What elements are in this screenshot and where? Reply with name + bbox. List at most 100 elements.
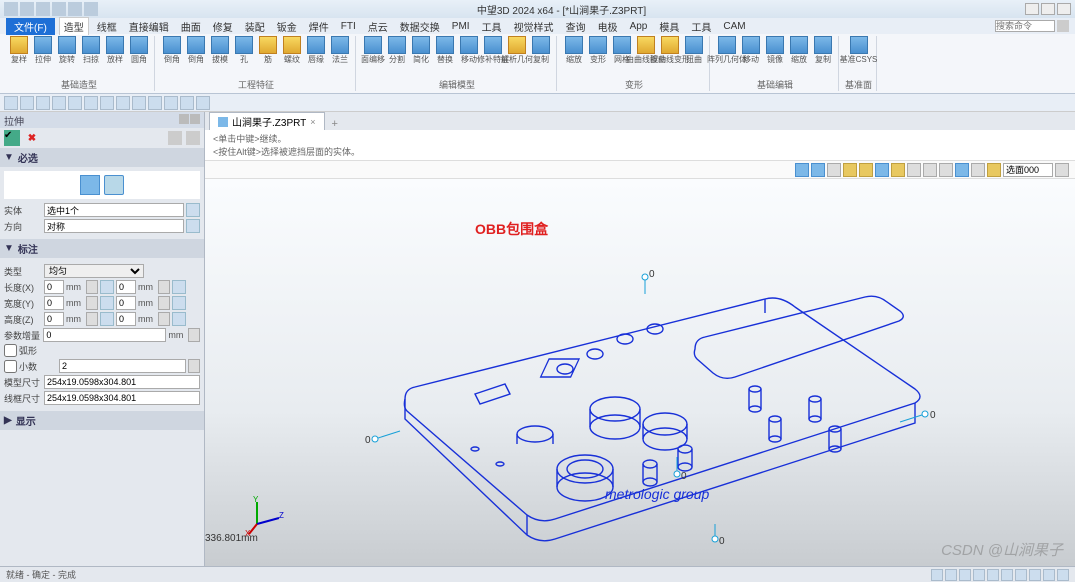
tab-mold[interactable]: 模具 bbox=[655, 18, 683, 35]
simplify-icon[interactable]: 简化 bbox=[410, 36, 432, 72]
qat-open-icon[interactable] bbox=[20, 2, 34, 16]
status-icon[interactable] bbox=[1057, 569, 1069, 581]
spin-icon[interactable] bbox=[86, 280, 98, 294]
tb-icon[interactable] bbox=[180, 96, 194, 110]
hole-icon[interactable]: 孔 bbox=[233, 36, 255, 72]
view-icon[interactable] bbox=[859, 163, 873, 177]
faceoffset-icon[interactable]: 面编移 bbox=[362, 36, 384, 72]
tab-visual[interactable]: 视觉样式 bbox=[510, 18, 558, 35]
sketch-icon[interactable]: 复样 bbox=[8, 36, 30, 72]
widy-field[interactable] bbox=[44, 296, 64, 310]
tab-tools2[interactable]: 工具 bbox=[687, 18, 715, 35]
pin-icon[interactable] bbox=[179, 114, 189, 124]
deform-icon[interactable]: 变形 bbox=[587, 36, 609, 72]
copy-icon[interactable]: 复制 bbox=[530, 36, 552, 72]
type-select[interactable]: 均匀 bbox=[44, 264, 144, 278]
tab-exchange[interactable]: 数据交换 bbox=[396, 18, 444, 35]
doc-tab[interactable]: 山涧果子.Z3PRT × bbox=[209, 112, 325, 130]
gear-icon[interactable] bbox=[168, 131, 182, 145]
view-icon[interactable] bbox=[955, 163, 969, 177]
view-icon[interactable] bbox=[811, 163, 825, 177]
dropdown-icon[interactable] bbox=[1055, 163, 1069, 177]
orient-field[interactable] bbox=[44, 219, 184, 233]
tab-cam[interactable]: CAM bbox=[719, 20, 749, 33]
tb-icon[interactable] bbox=[196, 96, 210, 110]
split-icon[interactable]: 分割 bbox=[386, 36, 408, 72]
section-annotate[interactable]: ▼ 标注 bbox=[0, 239, 204, 258]
dropdown-icon[interactable] bbox=[186, 219, 200, 233]
pick-icon[interactable] bbox=[186, 203, 200, 217]
paraminc-field[interactable] bbox=[43, 328, 166, 342]
extrude-icon[interactable]: 拉伸 bbox=[32, 36, 54, 72]
confirm-button[interactable]: ✔ bbox=[4, 130, 20, 146]
qat-more-icon[interactable] bbox=[84, 2, 98, 16]
tb-icon[interactable] bbox=[132, 96, 146, 110]
tab-surface[interactable]: 曲面 bbox=[177, 18, 205, 35]
tab-weld[interactable]: 焊件 bbox=[305, 18, 333, 35]
close-button[interactable] bbox=[1057, 3, 1071, 15]
view-icon[interactable] bbox=[875, 163, 889, 177]
view-icon[interactable] bbox=[827, 163, 841, 177]
draft-icon[interactable]: 拔模 bbox=[209, 36, 231, 72]
rib-icon[interactable]: 筋 bbox=[257, 36, 279, 72]
section-display[interactable]: ▶ 显示 bbox=[0, 411, 204, 430]
tab-sheetmetal[interactable]: 钣金 bbox=[273, 18, 301, 35]
copy2-icon[interactable]: 复制 bbox=[812, 36, 834, 72]
view-icon[interactable] bbox=[907, 163, 921, 177]
status-icon[interactable] bbox=[1043, 569, 1055, 581]
twist-icon[interactable]: 扭曲 bbox=[683, 36, 705, 72]
dropdown-icon[interactable] bbox=[100, 312, 114, 326]
tab-model[interactable]: 造型 bbox=[59, 17, 89, 35]
spin-icon[interactable] bbox=[188, 359, 200, 373]
sweep-icon[interactable]: 扫掠 bbox=[80, 36, 102, 72]
flange-icon[interactable]: 法兰 bbox=[329, 36, 351, 72]
tb-icon[interactable] bbox=[36, 96, 50, 110]
spin-icon[interactable] bbox=[86, 296, 98, 310]
replace-icon[interactable]: 替换 bbox=[434, 36, 456, 72]
scale-icon[interactable]: 缩放 bbox=[563, 36, 585, 72]
tab-query[interactable]: 查询 bbox=[562, 18, 590, 35]
status-icon[interactable] bbox=[1029, 569, 1041, 581]
section-required[interactable]: ▼ 必选 bbox=[0, 148, 204, 167]
search-input[interactable] bbox=[995, 20, 1055, 32]
scale2-icon[interactable]: 缩放 bbox=[788, 36, 810, 72]
widy-2-field[interactable] bbox=[116, 296, 136, 310]
entity-field[interactable] bbox=[44, 203, 184, 217]
revolve-icon[interactable]: 旋转 bbox=[56, 36, 78, 72]
tab-assembly[interactable]: 装配 bbox=[241, 18, 269, 35]
pattern-icon[interactable]: 阵列几何体 bbox=[716, 36, 738, 72]
decimals-field[interactable] bbox=[59, 359, 186, 373]
spin-icon[interactable] bbox=[188, 328, 200, 342]
dropdown-icon[interactable] bbox=[100, 280, 114, 294]
datum-csys-icon[interactable]: 基准CSYS bbox=[848, 36, 870, 72]
cylinder-shape-icon[interactable] bbox=[104, 175, 124, 195]
tb-icon[interactable] bbox=[100, 96, 114, 110]
dropdown-icon[interactable] bbox=[100, 296, 114, 310]
chamfer2-icon[interactable]: 倒角 bbox=[185, 36, 207, 72]
decimals-checkbox[interactable] bbox=[4, 360, 17, 373]
viewport[interactable]: OBB包围盒 bbox=[205, 179, 1075, 566]
status-icon[interactable] bbox=[973, 569, 985, 581]
minimize-button[interactable] bbox=[1025, 3, 1039, 15]
tab-wireframe[interactable]: 线框 bbox=[93, 18, 121, 35]
status-icon[interactable] bbox=[1001, 569, 1013, 581]
tb-icon[interactable] bbox=[52, 96, 66, 110]
dropdown-icon[interactable] bbox=[172, 296, 186, 310]
curvedeform-icon[interactable]: 按曲线变形 bbox=[659, 36, 681, 72]
tab-fti[interactable]: FTI bbox=[337, 20, 360, 33]
lip-icon[interactable]: 唇缘 bbox=[305, 36, 327, 72]
status-icon[interactable] bbox=[1015, 569, 1027, 581]
move2-icon[interactable]: 移动 bbox=[740, 36, 762, 72]
view-icon[interactable] bbox=[971, 163, 985, 177]
tab-pmi[interactable]: PMI bbox=[448, 20, 474, 33]
mirror-icon[interactable]: 镜像 bbox=[764, 36, 786, 72]
qat-save-icon[interactable] bbox=[36, 2, 50, 16]
hgtz-field[interactable] bbox=[44, 312, 64, 326]
selection-filter[interactable]: 选面000 bbox=[1003, 163, 1053, 177]
status-icon[interactable] bbox=[959, 569, 971, 581]
status-icon[interactable] bbox=[945, 569, 957, 581]
maximize-button[interactable] bbox=[1041, 3, 1055, 15]
tab-app[interactable]: App bbox=[626, 20, 652, 33]
view-icon[interactable] bbox=[843, 163, 857, 177]
spin-icon[interactable] bbox=[158, 280, 170, 294]
